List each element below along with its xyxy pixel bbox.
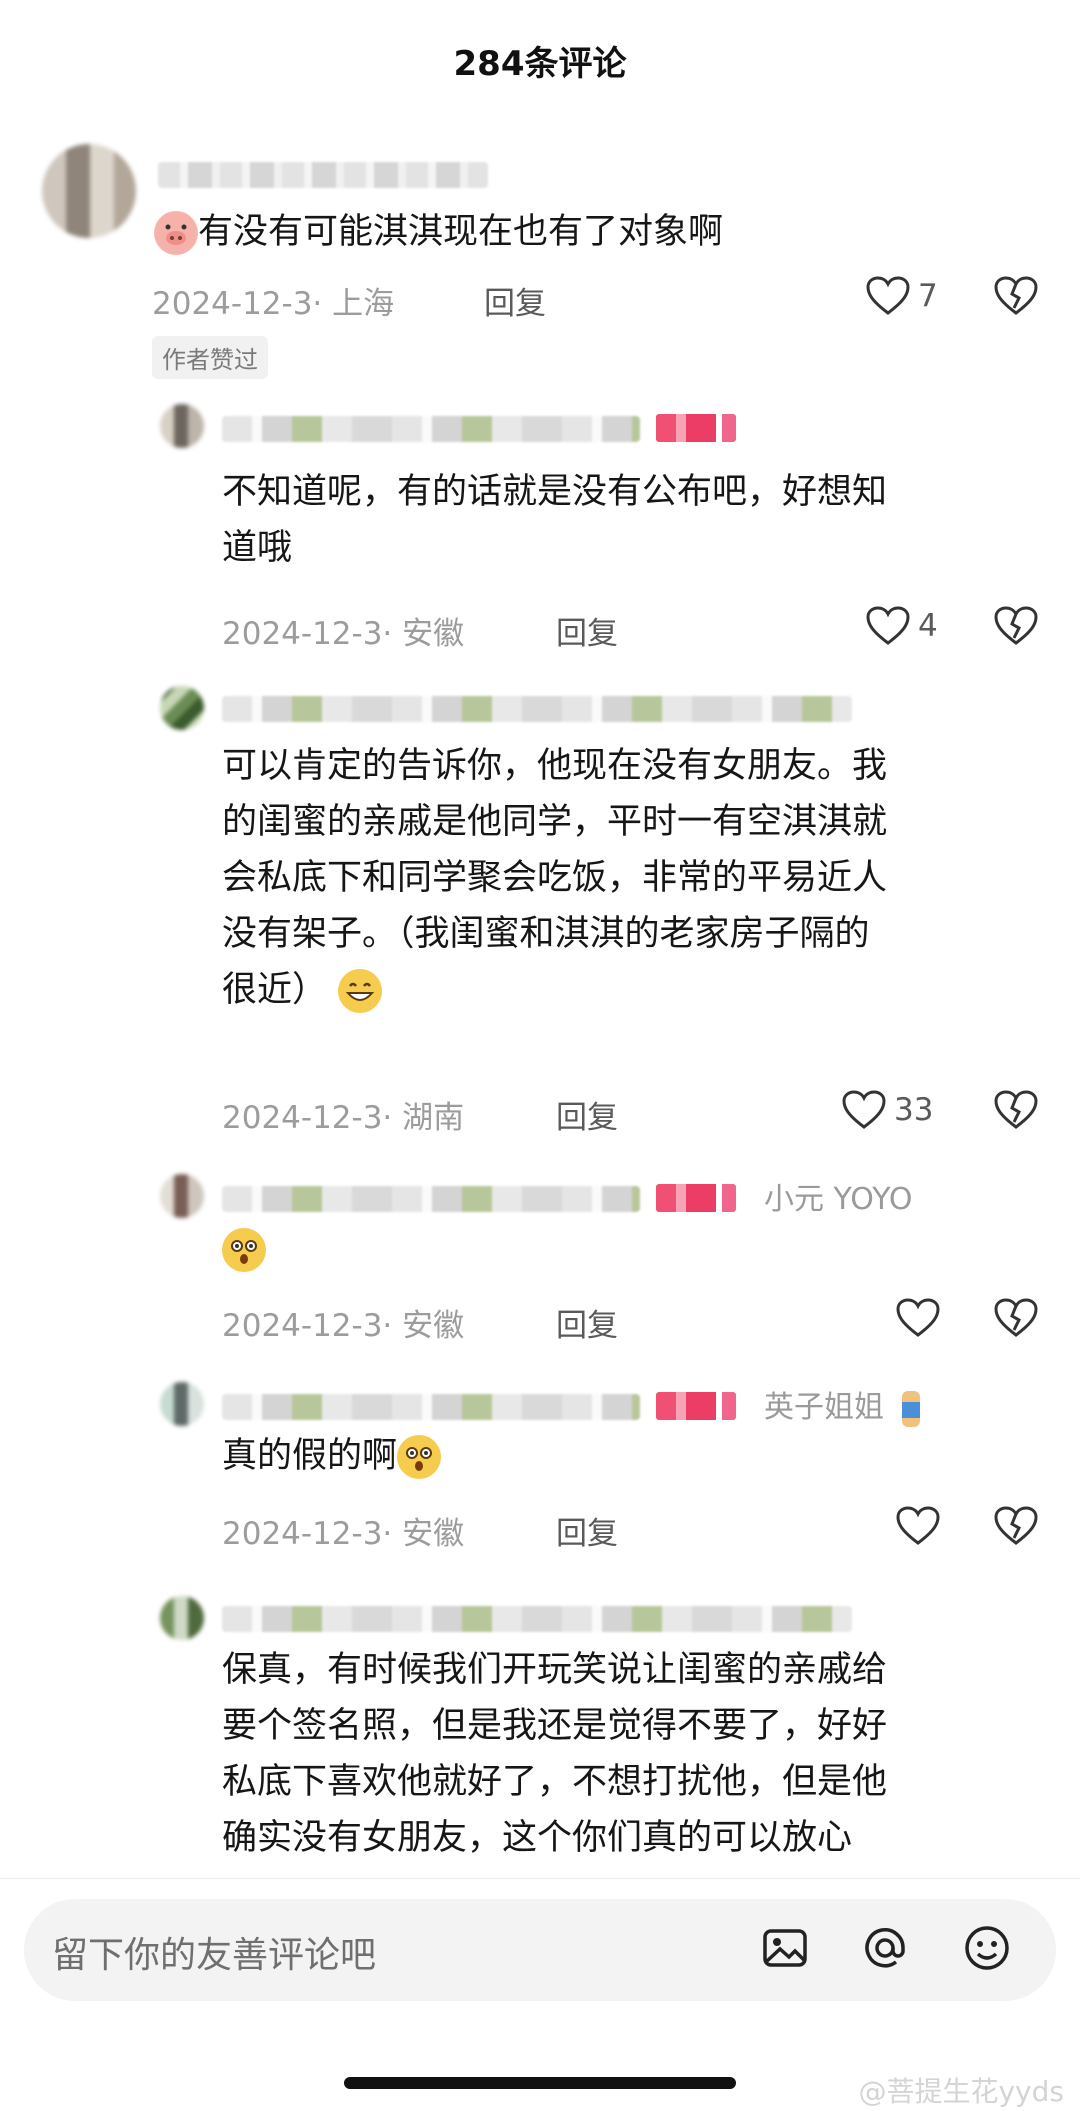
dizzy-face-emoji: [397, 1435, 442, 1479]
avatar[interactable]: [160, 404, 204, 448]
broken-heart-icon: [994, 606, 1038, 645]
comment-line: 的闺蜜的亲戚是他同学，平时一有空淇淇就: [222, 802, 888, 842]
comment-line: 不知道呢，有的话就是没有公布吧，好想知: [222, 472, 888, 512]
comment-line: 保真，有时候我们开玩笑说让闺蜜的亲戚给: [222, 1650, 888, 1690]
comment-line: 很近）: [222, 970, 328, 1010]
reply-to-user[interactable]: 小元 YOYO: [764, 1174, 913, 1218]
comment-line: 确实没有女朋友，这个你们真的可以放心: [222, 1818, 853, 1858]
like-button[interactable]: [896, 1298, 940, 1338]
grin-emoji: [338, 969, 383, 1013]
person-emoji: [901, 1390, 920, 1427]
broken-heart-icon: [994, 1090, 1038, 1129]
comment-line: 要个签名照，但是我还是觉得不要了，好好: [222, 1706, 888, 1746]
reply-to-user[interactable]: 英子姐姐: [764, 1382, 920, 1427]
heart-icon: [866, 606, 910, 645]
comment-body: 有没有可能淇淇现在也有了对象啊: [198, 212, 724, 252]
broken-heart-icon: [994, 276, 1038, 315]
comment-count-title: 284条评论: [453, 43, 627, 84]
like-button[interactable]: 4: [866, 606, 938, 646]
comment-body: 真的假的啊: [222, 1436, 398, 1476]
at-icon[interactable]: [860, 1923, 910, 1977]
watermark-text: @菩提生花yyds: [858, 2075, 1064, 2108]
comment-text: 可以肯定的告诉你，他现在没有女朋友。我 的闺蜜的亲戚是他同学，平时一有空淇淇就 …: [222, 738, 887, 1018]
dislike-button[interactable]: [994, 1090, 1038, 1134]
comment-text: 真的假的啊: [222, 1428, 442, 1484]
comment-line-last: 很近）: [222, 962, 887, 1018]
dislike-button[interactable]: [994, 606, 1038, 650]
reply-to-name: 英子姐姐: [764, 1390, 884, 1425]
avatar[interactable]: [160, 1174, 204, 1218]
comment-line: 可以肯定的告诉你，他现在没有女朋友。我: [222, 746, 888, 786]
like-count: 4: [918, 608, 938, 644]
like-count: 7: [918, 278, 938, 314]
like-button[interactable]: 7: [866, 276, 938, 316]
home-indicator[interactable]: [344, 2077, 736, 2089]
broken-heart-icon: [994, 1298, 1038, 1337]
dislike-button[interactable]: [994, 1506, 1038, 1550]
comment-line: 道哦: [222, 528, 293, 568]
comment-line: 没有架子。（我闺蜜和淇淇的老家房子隔的: [222, 914, 870, 954]
comment-meta: 2024-12-3· 安徽: [222, 616, 465, 652]
avatar[interactable]: [160, 686, 204, 730]
username-blurred[interactable]: [222, 696, 852, 722]
comment-meta: 2024-12-3· 安徽: [222, 1308, 465, 1344]
badge-blurred: [656, 414, 736, 442]
author-liked-tag: 作者赞过: [152, 336, 268, 379]
dislike-button[interactable]: [994, 1298, 1038, 1342]
comment-meta: 2024-12-3· 湖南: [222, 1100, 465, 1136]
username-blurred[interactable]: [222, 416, 640, 442]
image-icon[interactable]: [760, 1923, 810, 1977]
comment-text: 有没有可能淇淇现在也有了对象啊: [154, 204, 723, 260]
comment-meta: 2024-12-3· 安徽: [222, 1516, 465, 1552]
comment-line: 会私底下和同学聚会吃饭，非常的平易近人: [222, 858, 888, 898]
heart-icon: [896, 1298, 940, 1337]
comment-text: 不知道呢，有的话就是没有公布吧，好想知 道哦: [222, 464, 887, 576]
heart-icon: [896, 1506, 940, 1545]
comment-input[interactable]: 留下你的友善评论吧: [24, 1899, 1056, 2001]
username-blurred[interactable]: [222, 1186, 640, 1212]
reply-button[interactable]: 回复: [484, 278, 546, 323]
comment-line: 私底下喜欢他就好了，不想打扰他，但是他: [222, 1762, 888, 1802]
username-blurred[interactable]: [222, 1606, 852, 1632]
reply-button[interactable]: 回复: [556, 1300, 618, 1345]
like-button[interactable]: 33: [842, 1090, 933, 1130]
like-count: 33: [894, 1092, 934, 1128]
emoji-icon[interactable]: [962, 1923, 1012, 1977]
badge-blurred: [656, 1392, 736, 1420]
dislike-button[interactable]: [994, 276, 1038, 320]
reply-button[interactable]: 回复: [556, 608, 618, 653]
pig-emoji: [154, 211, 198, 255]
reply-button[interactable]: 回复: [556, 1508, 618, 1553]
heart-icon: [842, 1090, 886, 1129]
username-blurred[interactable]: [158, 162, 488, 188]
comment-text: 保真，有时候我们开玩笑说让闺蜜的亲戚给 要个签名照，但是我还是觉得不要了，好好 …: [222, 1642, 887, 1866]
comments-header: 284条评论: [0, 0, 1080, 120]
avatar[interactable]: [160, 1596, 204, 1640]
avatar[interactable]: [160, 1382, 204, 1426]
comment-text: [222, 1228, 266, 1272]
comment-input-placeholder: 留下你的友善评论吧: [52, 1935, 377, 1976]
username-blurred[interactable]: [222, 1394, 640, 1420]
reply-button[interactable]: 回复: [556, 1092, 618, 1137]
like-button[interactable]: [896, 1506, 940, 1546]
heart-icon: [866, 276, 910, 315]
dizzy-face-emoji: [222, 1228, 266, 1272]
broken-heart-icon: [994, 1506, 1038, 1545]
comment-meta: 2024-12-3· 上海: [152, 286, 395, 322]
avatar[interactable]: [42, 144, 136, 238]
badge-blurred: [656, 1184, 736, 1212]
